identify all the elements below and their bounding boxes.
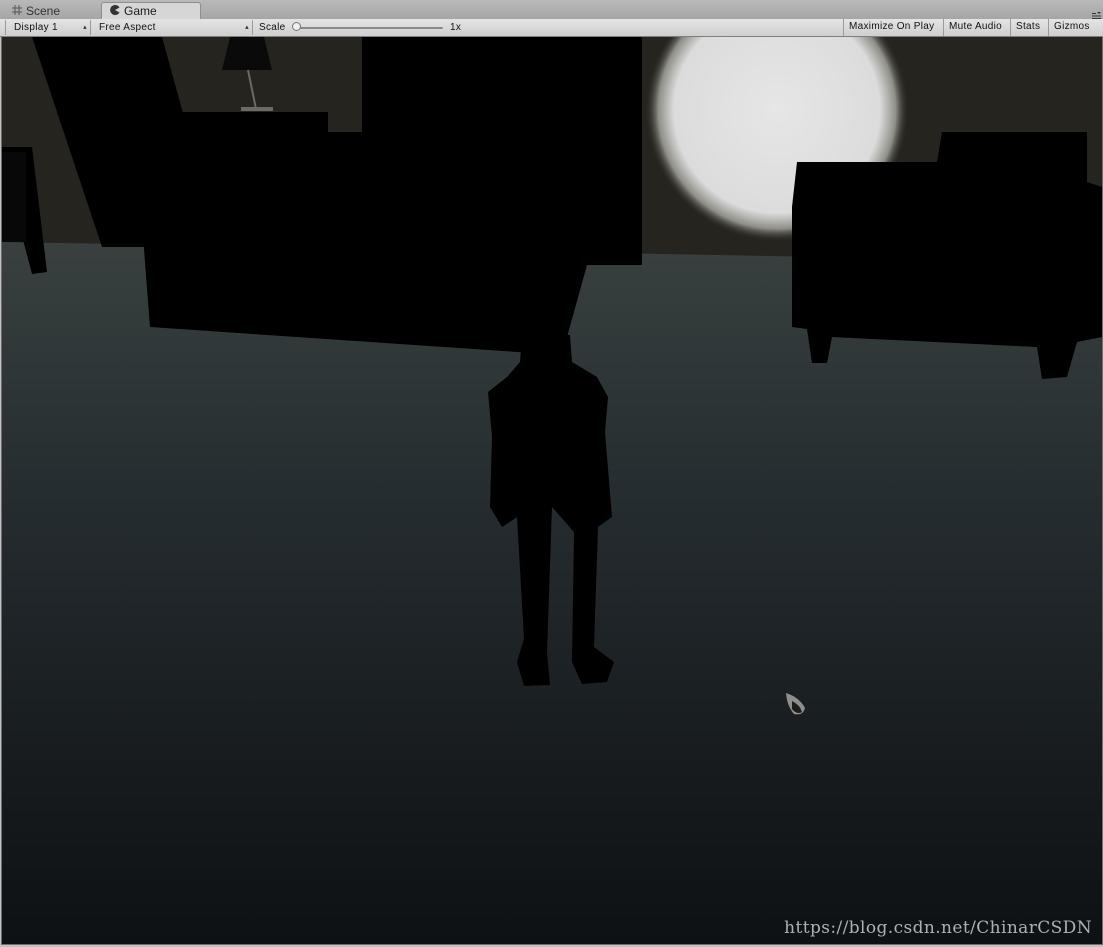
display-dropdown-value: Display 1 bbox=[14, 22, 58, 33]
game-toolbar: Display 1 ▴ Free Aspect ▴ Scale 1x Maxim… bbox=[0, 19, 1103, 37]
pacman-icon bbox=[110, 3, 120, 19]
game-viewport[interactable]: https://blog.csdn.net/ChinarCSDN bbox=[1, 37, 1103, 945]
maximize-on-play-toggle[interactable]: Maximize On Play bbox=[843, 19, 944, 36]
scale-slider-track[interactable] bbox=[295, 27, 443, 29]
gizmos-dropdown[interactable]: Gizmos bbox=[1048, 19, 1103, 36]
tab-game[interactable]: Game bbox=[101, 2, 201, 19]
tab-bar: Scene Game bbox=[0, 0, 1103, 20]
game-scene bbox=[2, 37, 1102, 944]
grid-icon bbox=[12, 3, 22, 19]
updown-arrow-icon: ▴ bbox=[245, 24, 249, 31]
scale-slider-thumb[interactable] bbox=[292, 22, 301, 31]
display-dropdown[interactable]: Display 1 ▴ bbox=[5, 20, 91, 35]
tab-scene[interactable]: Scene bbox=[4, 2, 98, 19]
tab-scene-label: Scene bbox=[26, 3, 61, 18]
aspect-dropdown-value: Free Aspect bbox=[99, 22, 156, 33]
scale-value: 1x bbox=[450, 22, 462, 33]
mute-audio-toggle[interactable]: Mute Audio bbox=[943, 19, 1011, 36]
watermark: https://blog.csdn.net/ChinarCSDN bbox=[784, 918, 1092, 938]
scale-label: Scale bbox=[259, 22, 286, 33]
tab-game-label: Game bbox=[124, 4, 157, 18]
aspect-dropdown[interactable]: Free Aspect ▴ bbox=[91, 20, 253, 35]
stats-toggle[interactable]: Stats bbox=[1010, 19, 1048, 36]
updown-arrow-icon: ▴ bbox=[83, 24, 87, 31]
gizmos-label: Gizmos bbox=[1054, 21, 1090, 32]
